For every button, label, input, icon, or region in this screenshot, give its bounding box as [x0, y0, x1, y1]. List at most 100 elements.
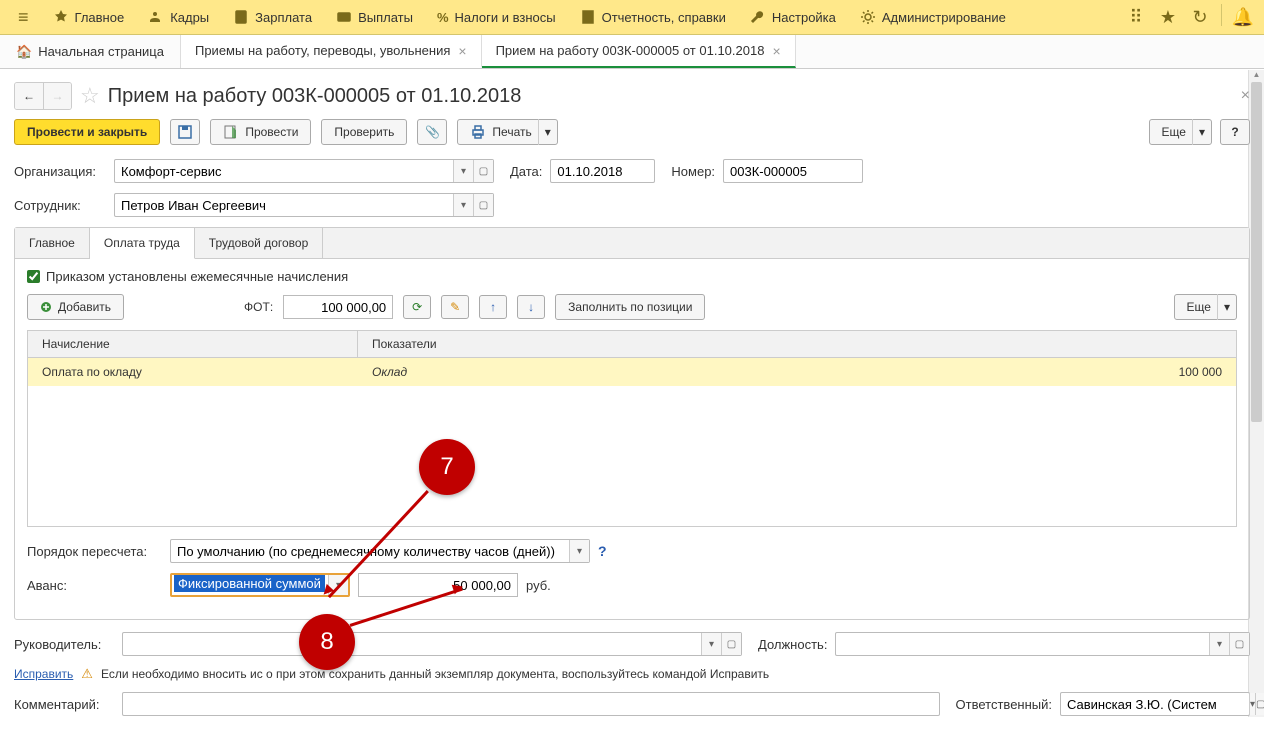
table-row[interactable]: Оплата по окладу Оклад 100 000 [28, 358, 1236, 386]
comment-input[interactable] [123, 693, 939, 715]
bell-icon[interactable]: 🔔 [1230, 4, 1256, 30]
star-icon [53, 9, 69, 25]
open-icon[interactable]: ▢ [473, 160, 493, 182]
org-field[interactable]: ▾ ▢ [114, 159, 494, 183]
menu-settings[interactable]: Настройка [740, 0, 846, 34]
correct-link[interactable]: Исправить [14, 667, 73, 681]
people-icon [148, 9, 164, 25]
manager-input[interactable] [123, 633, 701, 655]
refresh-button[interactable]: ⟳ [403, 295, 431, 319]
menu-kadry[interactable]: Кадры [138, 0, 219, 34]
back-button[interactable]: ← [15, 83, 43, 109]
responsible-field[interactable]: ▾ ▢ [1060, 692, 1250, 716]
tab-main[interactable]: Главное [15, 228, 90, 258]
warning-icon: ⚠ [81, 666, 93, 682]
hamburger-icon[interactable]: ≡ [8, 7, 39, 28]
open-icon[interactable]: ▢ [1229, 633, 1249, 655]
home-tab[interactable]: 🏠 Начальная страница [0, 35, 181, 68]
tab-panel: Главное Оплата труда Трудовой договор Пр… [14, 227, 1250, 620]
wrench-icon [750, 9, 766, 25]
tab-contract[interactable]: Трудовой договор [195, 228, 323, 258]
fill-by-position-button[interactable]: Заполнить по позиции [555, 294, 705, 320]
position-field[interactable]: ▾ ▢ [835, 632, 1250, 656]
menu-zp[interactable]: Зарплата [223, 0, 322, 34]
close-icon[interactable]: × [458, 43, 466, 59]
post-icon [223, 124, 239, 140]
close-icon[interactable]: × [772, 43, 780, 59]
chevron-down-icon[interactable]: ▾ [538, 119, 557, 145]
apps-icon[interactable]: ⠿ [1123, 4, 1149, 30]
history-icon[interactable]: ↻ [1187, 4, 1213, 30]
main-menubar: ≡ Главное Кадры Зарплата Выплаты % Налог… [0, 0, 1264, 35]
post-and-close-button[interactable]: Провести и закрыть [14, 119, 160, 145]
fav-icon[interactable]: ★ [1155, 4, 1181, 30]
help-icon[interactable]: ? [598, 543, 607, 559]
wallet-icon [336, 9, 352, 25]
print-button[interactable]: Печать ▾ [457, 119, 557, 145]
tab-document[interactable]: Прием на работу 003К-000005 от 01.10.201… [482, 35, 796, 68]
org-label: Организация: [14, 164, 106, 179]
avans-unit: руб. [526, 578, 551, 593]
menu-main[interactable]: Главное [43, 0, 135, 34]
chevron-down-icon[interactable]: ▾ [701, 633, 721, 655]
check-button[interactable]: Проверить [321, 119, 407, 145]
forward-button[interactable]: → [43, 83, 71, 109]
annotation-8: 8 [299, 614, 355, 670]
manager-field[interactable]: ▾ ▢ [122, 632, 742, 656]
attach-button[interactable]: 📎 [417, 119, 447, 145]
close-document-icon[interactable]: × [1241, 87, 1250, 105]
ruk-label: Руководитель: [14, 637, 114, 652]
avans-label: Аванс: [27, 578, 162, 593]
menu-reports[interactable]: Отчетность, справки [570, 0, 736, 34]
chevron-down-icon[interactable]: ▾ [1217, 294, 1236, 320]
edit-button[interactable]: ✎ [441, 295, 469, 319]
tab-list[interactable]: Приемы на работу, переводы, увольнения × [181, 35, 482, 68]
number-input[interactable] [724, 160, 912, 182]
post-button[interactable]: Провести [210, 119, 311, 145]
avans-mode-value: Фиксированной суммой [174, 575, 325, 592]
employee-input[interactable] [115, 194, 453, 216]
tab-payment[interactable]: Оплата труда [90, 228, 195, 259]
printer-icon [470, 124, 486, 140]
menu-vyplaty[interactable]: Выплаты [326, 0, 423, 34]
nav-buttons: ← → [14, 82, 72, 110]
open-icon[interactable]: ▢ [1255, 693, 1264, 715]
menu-admin[interactable]: Администрирование [850, 0, 1016, 34]
pencil-icon: ✎ [450, 300, 460, 314]
date-field[interactable]: 📅 [550, 159, 655, 183]
more-button[interactable]: Еще ▾ [1149, 119, 1212, 145]
avans-amount-input[interactable] [358, 573, 518, 597]
number-field[interactable] [723, 159, 863, 183]
move-down-button[interactable]: ↓ [517, 295, 545, 319]
employee-field[interactable]: ▾ ▢ [114, 193, 494, 217]
responsible-input[interactable] [1061, 693, 1249, 715]
chevron-down-icon[interactable]: ▾ [453, 194, 473, 216]
move-up-button[interactable]: ↑ [479, 295, 507, 319]
cell-params: Оклад 100 000 [358, 365, 1236, 379]
org-input[interactable] [115, 160, 453, 182]
fot-input[interactable] [283, 295, 393, 319]
chevron-down-icon[interactable]: ▾ [453, 160, 473, 182]
monthly-accruals-checkbox[interactable] [27, 270, 40, 283]
table-more-button[interactable]: Еще ▾ [1174, 294, 1237, 320]
arrow-down-icon: ↓ [528, 300, 534, 314]
col-params: Показатели [358, 331, 1236, 357]
open-icon[interactable]: ▢ [721, 633, 741, 655]
chevron-down-icon[interactable]: ▾ [569, 540, 589, 562]
correct-text: Если необходимо вносить ис о при этом со… [101, 667, 769, 681]
save-button[interactable] [170, 119, 200, 145]
table-empty-area[interactable] [28, 386, 1236, 526]
gear-icon [860, 9, 876, 25]
position-input[interactable] [836, 633, 1209, 655]
help-button[interactable]: ? [1220, 119, 1250, 145]
recalc-label: Порядок пересчета: [27, 544, 162, 559]
add-button[interactable]: Добавить [27, 294, 124, 320]
open-icon[interactable]: ▢ [473, 194, 493, 216]
chevron-down-icon[interactable]: ▾ [1192, 119, 1211, 145]
report-icon [580, 9, 596, 25]
annotation-7: 7 [419, 439, 475, 495]
chevron-down-icon[interactable]: ▾ [1209, 633, 1229, 655]
favorite-star-icon[interactable]: ☆ [80, 83, 100, 109]
menu-nalogi[interactable]: % Налоги и взносы [427, 0, 566, 34]
comment-field[interactable] [122, 692, 940, 716]
